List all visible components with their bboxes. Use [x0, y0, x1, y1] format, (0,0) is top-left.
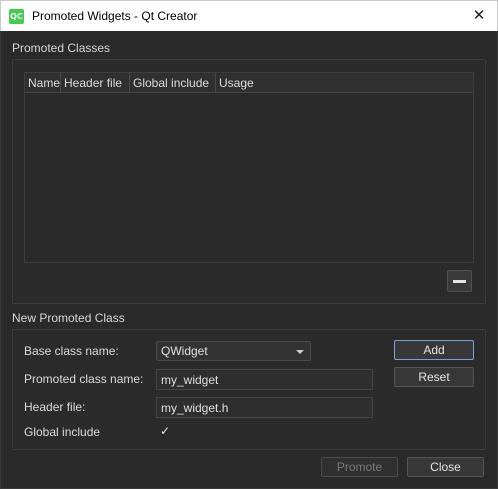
- base-class-value: QWidget: [161, 344, 208, 358]
- column-header-global-include[interactable]: Global include: [130, 73, 216, 93]
- global-include-label: Global include: [24, 425, 101, 439]
- column-header-name[interactable]: Name: [25, 73, 61, 93]
- global-include-checkbox[interactable]: ✓: [158, 424, 172, 438]
- promoted-class-input[interactable]: my_widget: [156, 369, 373, 390]
- chevron-down-icon: [296, 350, 304, 354]
- reset-button[interactable]: Reset: [394, 367, 474, 387]
- promoted-classes-heading: Promoted Classes: [12, 41, 111, 55]
- minus-icon: [453, 280, 466, 283]
- promoted-class-value: my_widget: [161, 373, 219, 387]
- header-file-value: my_widget.h: [161, 401, 229, 415]
- close-window-icon[interactable]: ✕: [467, 5, 491, 27]
- close-button[interactable]: Close: [407, 457, 484, 477]
- promote-button[interactable]: Promote: [321, 457, 398, 477]
- new-promoted-class-heading: New Promoted Class: [12, 311, 125, 325]
- table-header: Name Header file Global include Usage: [25, 73, 473, 93]
- remove-class-button[interactable]: [447, 270, 472, 292]
- column-header-header-file[interactable]: Header file: [61, 73, 130, 93]
- header-file-label: Header file:: [24, 400, 86, 414]
- base-class-select[interactable]: QWidget: [156, 341, 311, 361]
- qt-creator-app-icon: QC: [9, 9, 24, 24]
- promoted-classes-table[interactable]: Name Header file Global include Usage: [24, 72, 474, 263]
- base-class-label: Base class name:: [24, 344, 119, 358]
- add-button[interactable]: Add: [394, 340, 474, 360]
- column-header-usage[interactable]: Usage: [216, 73, 473, 93]
- promoted-class-label: Promoted class name:: [24, 372, 144, 386]
- header-file-input[interactable]: my_widget.h: [156, 397, 373, 418]
- window-title: Promoted Widgets - Qt Creator: [32, 9, 198, 23]
- title-bar: QC Promoted Widgets - Qt Creator ✕: [0, 0, 498, 31]
